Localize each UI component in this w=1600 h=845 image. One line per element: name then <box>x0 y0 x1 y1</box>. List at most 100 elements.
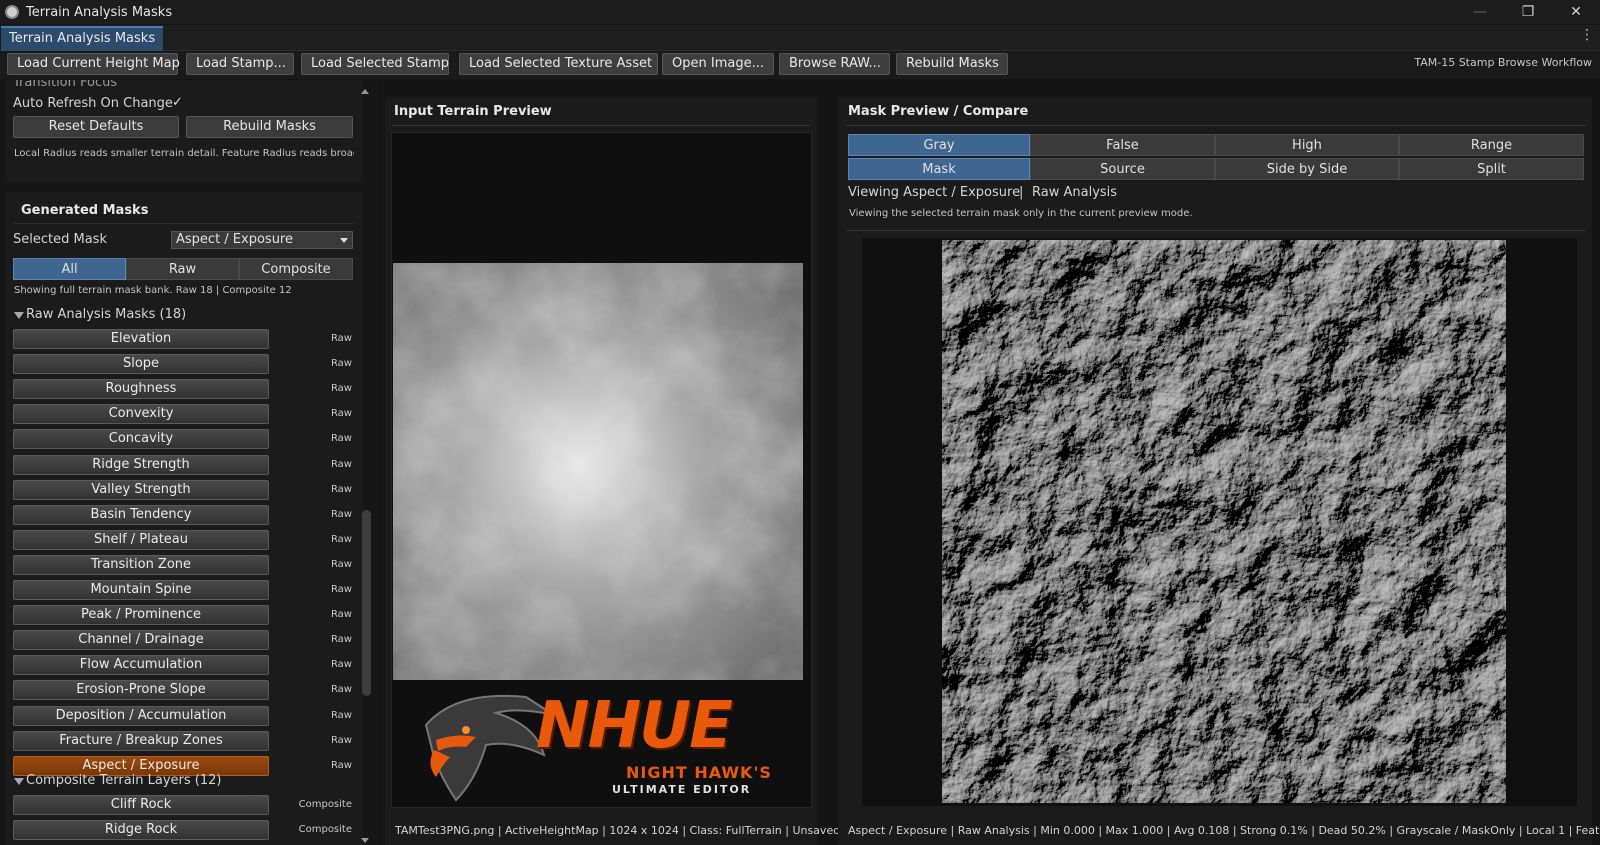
display-gray-tab[interactable]: Gray <box>848 134 1030 156</box>
mask-button-mountain-spine[interactable]: Mountain Spine <box>13 580 269 600</box>
mask-type-tag: Raw <box>330 508 352 520</box>
display-false-tab[interactable]: False <box>1030 134 1215 156</box>
view-side-by-side-tab[interactable]: Side by Side <box>1215 158 1399 180</box>
mask-type-tag: Raw <box>330 408 352 420</box>
left-settings-panel: Transition Focus Auto Refresh On Change … <box>0 80 378 845</box>
mask-button-valley-strength[interactable]: Valley Strength <box>13 479 269 500</box>
load-stamp-button[interactable]: Load Stamp... <box>186 53 294 75</box>
filter-all-tab[interactable]: All <box>13 258 126 280</box>
raw-group-header[interactable]: Raw Analysis Masks (18) <box>26 307 186 322</box>
app-gear-icon <box>5 5 19 19</box>
mask-type-tag: Raw <box>330 734 352 746</box>
mask-button-slope[interactable]: Slope <box>13 354 269 375</box>
generated-masks-title: Generated Masks <box>21 203 149 218</box>
collapse-raw-group-icon[interactable] <box>14 312 24 319</box>
minimize-button[interactable]: — <box>1456 0 1504 24</box>
chevron-down-icon <box>340 238 348 243</box>
selected-mask-dropdown[interactable]: Aspect / Exposure <box>171 231 353 249</box>
scrollbar-thumb[interactable] <box>362 510 371 696</box>
mask-button-erosion-prone-slope[interactable]: Erosion-Prone Slope <box>13 680 269 701</box>
mask-button-deposition-accumulation[interactable]: Deposition / Accumulation <box>13 705 269 726</box>
collapse-composite-group-icon[interactable] <box>14 778 24 785</box>
aspect-mask-image <box>942 240 1506 803</box>
auto-refresh-label: Auto Refresh On Change <box>13 96 173 111</box>
browse-raw-button[interactable]: Browse RAW... <box>779 53 890 75</box>
night-hawk-icon <box>424 694 555 802</box>
load-selected-stamp-button[interactable]: Load Selected Stamp <box>301 53 449 75</box>
viewing-kind-label: Raw Analysis <box>1032 185 1118 200</box>
auto-refresh-checkbox[interactable]: ✓ <box>172 95 183 110</box>
mask-button-cliff-rock[interactable]: Cliff Rock <box>13 795 269 815</box>
mask-button-transition-zone[interactable]: Transition Zone <box>13 554 269 575</box>
mask-type-tag: Raw <box>330 458 352 470</box>
tab-bar: Terrain Analysis Masks ⋮ <box>0 25 1600 51</box>
mask-type-tag: Raw <box>330 709 352 721</box>
mask-type-tag: Raw <box>330 659 352 671</box>
divider <box>13 223 353 224</box>
mask-view-description: Viewing the selected terrain mask only i… <box>849 208 1193 219</box>
composite-group-header[interactable]: Composite Terrain Layers (12) <box>26 773 222 788</box>
view-split-tab[interactable]: Split <box>1399 158 1584 180</box>
mask-preview-title: Mask Preview / Compare <box>848 104 1029 119</box>
logo-tagline-text: ULTIMATE EDITOR <box>612 783 752 796</box>
reset-defaults-button[interactable]: Reset Defaults <box>13 116 179 138</box>
display-range-tab[interactable]: Range <box>1399 134 1584 156</box>
mask-bank-summary: Showing full terrain mask bank. Raw 18 |… <box>14 285 292 296</box>
scroll-down-icon[interactable] <box>361 838 369 843</box>
mask-type-tag: Raw <box>330 383 352 395</box>
tab-terrain-analysis-masks[interactable]: Terrain Analysis Masks <box>1 26 164 51</box>
mask-button-ridge-rock[interactable]: Ridge Rock <box>13 820 269 841</box>
selected-mask-label: Selected Mask <box>13 232 107 247</box>
logo-main-text: NHUE <box>536 689 733 763</box>
load-selected-texture-asset-button[interactable]: Load Selected Texture Asset <box>459 53 658 75</box>
filter-raw-tab[interactable]: Raw <box>126 258 239 280</box>
left-panel-scrollbar[interactable] <box>360 88 372 845</box>
workflow-label: TAM-15 Stamp Browse Workflow <box>1414 56 1592 69</box>
mask-button-ridge-strength[interactable]: Ridge Strength <box>13 454 269 475</box>
window-title: Terrain Analysis Masks <box>26 4 173 20</box>
mask-type-tag: Composite <box>298 799 352 810</box>
mask-button-shelf-plateau[interactable]: Shelf / Plateau <box>13 529 269 550</box>
mask-button-concavity[interactable]: Concavity <box>13 429 269 450</box>
mask-button-flow-accumulation[interactable]: Flow Accumulation <box>13 655 269 676</box>
mask-type-tag: Raw <box>330 584 352 595</box>
viewing-separator: | <box>1019 185 1024 200</box>
filter-composite-tab[interactable]: Composite <box>239 258 353 280</box>
mask-preview-status: Aspect / Exposure | Raw Analysis | Min 0… <box>848 824 1600 837</box>
mask-button-elevation[interactable]: Elevation <box>13 329 269 349</box>
mask-type-tag: Raw <box>330 333 352 344</box>
view-source-tab[interactable]: Source <box>1030 158 1215 180</box>
mask-type-tag: Raw <box>330 609 352 621</box>
mask-button-roughness[interactable]: Roughness <box>13 379 269 400</box>
mask-type-tag: Raw <box>330 684 352 696</box>
open-image-button[interactable]: Open Image... <box>662 53 774 75</box>
mask-type-tag: Raw <box>330 634 352 646</box>
close-button[interactable]: ✕ <box>1552 0 1600 24</box>
mask-type-tag: Raw <box>330 483 352 495</box>
mask-button-channel-drainage[interactable]: Channel / Drainage <box>13 630 269 651</box>
mask-type-tag: Composite <box>298 824 352 836</box>
divider <box>846 125 1586 126</box>
mask-button-basin-tendency[interactable]: Basin Tendency <box>13 504 269 525</box>
input-preview-title: Input Terrain Preview <box>394 104 552 119</box>
mask-button-convexity[interactable]: Convexity <box>13 404 269 425</box>
load-current-height-map-button[interactable]: Load Current Height Map <box>7 53 180 75</box>
logo-sub-text: NIGHT HAWK'S <box>626 763 772 782</box>
mask-type-tag: Raw <box>330 759 352 771</box>
more-options-icon[interactable]: ⋮ <box>1580 27 1594 43</box>
divider <box>392 125 810 126</box>
mask-type-tag: Raw <box>330 358 352 370</box>
input-preview-status: TAMTest3PNG.png | ActiveHeightMap | 1024… <box>395 824 885 837</box>
transition-focus-label: Transition Focus <box>13 80 118 90</box>
rebuild-masks-toolbar-button[interactable]: Rebuild Masks <box>896 53 1008 75</box>
view-mask-tab[interactable]: Mask <box>848 158 1030 180</box>
window-titlebar: Terrain Analysis Masks — ❐ ✕ <box>0 0 1600 24</box>
height-map-image <box>393 263 803 680</box>
mask-type-tag: Raw <box>330 558 352 570</box>
rebuild-masks-button[interactable]: Rebuild Masks <box>186 116 353 138</box>
mask-button-fracture-breakup-zones[interactable]: Fracture / Breakup Zones <box>13 730 269 751</box>
restore-button[interactable]: ❐ <box>1504 0 1552 24</box>
mask-button-peak-prominence[interactable]: Peak / Prominence <box>13 605 269 626</box>
display-high-tab[interactable]: High <box>1215 134 1399 156</box>
scroll-up-icon[interactable] <box>361 89 369 94</box>
